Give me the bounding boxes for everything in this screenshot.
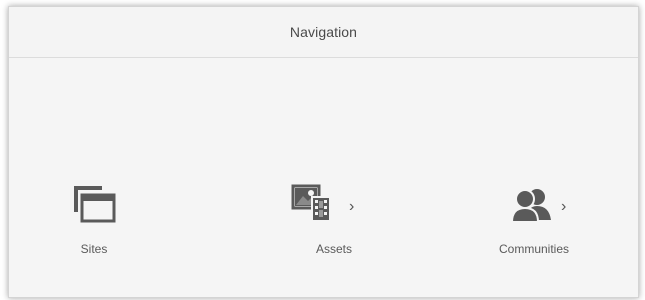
- assets-chevron-icon: ›: [349, 198, 355, 215]
- page-title: Navigation: [289, 24, 358, 40]
- assets-label: Assets: [315, 242, 352, 256]
- navigation-header: Navigation: [9, 7, 638, 58]
- nav-item-sites[interactable]: Sites: [19, 182, 169, 272]
- assets-icon-wrap: ›: [259, 182, 409, 232]
- assets-icon: [291, 184, 331, 222]
- screenshot-frame: Navigation Sites › Assets › Communities: [0, 0, 645, 300]
- communities-chevron-icon: ›: [561, 198, 567, 215]
- communities-label: Communities: [498, 242, 570, 256]
- communities-icon: [510, 189, 551, 223]
- navigation-panel: Navigation Sites › Assets › Communities: [8, 6, 639, 298]
- communities-icon-wrap: ›: [459, 182, 609, 232]
- nav-item-assets[interactable]: › Assets: [259, 182, 409, 272]
- sites-icon-wrap: [19, 182, 169, 232]
- nav-item-communities[interactable]: › Communities: [459, 182, 609, 272]
- sites-label: Sites: [80, 242, 108, 256]
- sites-icon: [74, 186, 116, 223]
